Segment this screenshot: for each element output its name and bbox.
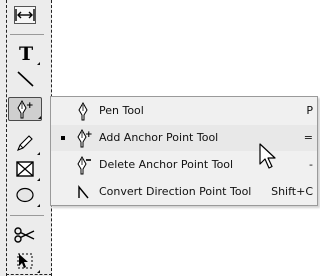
convert-direction-icon — [78, 185, 89, 199]
selected-indicator — [61, 136, 65, 140]
horizontal-arrows-icon — [14, 6, 36, 24]
menu-item-label: Delete Anchor Point Tool — [99, 158, 234, 171]
horizontal-arrows-tool[interactable] — [10, 2, 40, 28]
mouse-pointer-icon — [259, 143, 276, 169]
menu-item-label: Add Anchor Point Tool — [99, 131, 219, 144]
scissors-tool[interactable] — [10, 222, 40, 248]
svg-text:T: T — [19, 43, 33, 64]
transform-icon — [17, 253, 33, 269]
free-transform-tool[interactable] — [10, 248, 40, 274]
submenu-corner-indicator — [37, 270, 40, 273]
type-tool[interactable]: T — [10, 40, 40, 66]
toolbox-left-border — [6, 0, 7, 276]
menu-item-shortcut: = — [303, 131, 313, 144]
toolbox-bottom-border — [6, 274, 52, 275]
svg-text:+: + — [85, 130, 93, 140]
toolbox-panel: T + — [0, 0, 52, 276]
menu-item-shortcut: - — [309, 158, 313, 171]
line-tool[interactable] — [10, 66, 40, 92]
rectangle-frame-tool[interactable] — [10, 156, 40, 182]
frame-x-icon — [16, 161, 34, 177]
pen-add-icon: + — [17, 99, 34, 119]
toolbox-divider — [10, 34, 44, 35]
pen-icon — [78, 101, 88, 121]
pencil-icon — [17, 135, 33, 151]
menu-item-label: Convert Direction Point Tool — [99, 185, 252, 198]
pencil-tool[interactable] — [10, 130, 40, 156]
submenu-corner-indicator — [38, 116, 41, 119]
pen-plus-icon: + — [77, 128, 93, 148]
screen: T + Pen Tool P + Add Anchor Point Tool =… — [0, 0, 320, 276]
line-icon — [17, 71, 34, 87]
menu-item-convert-direction-point-tool[interactable]: Convert Direction Point Tool Shift+C — [51, 179, 317, 205]
menu-item-shortcut: Shift+C — [271, 185, 313, 198]
submenu-corner-indicator — [37, 204, 40, 207]
type-t-icon: T — [19, 43, 33, 64]
pen-tool-button[interactable]: + — [8, 97, 42, 121]
pen-minus-icon — [77, 155, 91, 175]
toolbox-divider — [10, 215, 44, 216]
ellipse-icon — [16, 187, 34, 203]
scissors-icon — [14, 227, 35, 243]
menu-item-shortcut: P — [306, 104, 313, 117]
submenu-corner-indicator — [37, 178, 40, 181]
menu-item-pen-tool[interactable]: Pen Tool P — [51, 98, 317, 124]
menu-item-label: Pen Tool — [99, 104, 144, 117]
submenu-corner-indicator — [37, 62, 40, 65]
submenu-corner-indicator — [37, 152, 40, 155]
ellipse-tool[interactable] — [10, 182, 40, 208]
svg-text:+: + — [26, 101, 34, 111]
